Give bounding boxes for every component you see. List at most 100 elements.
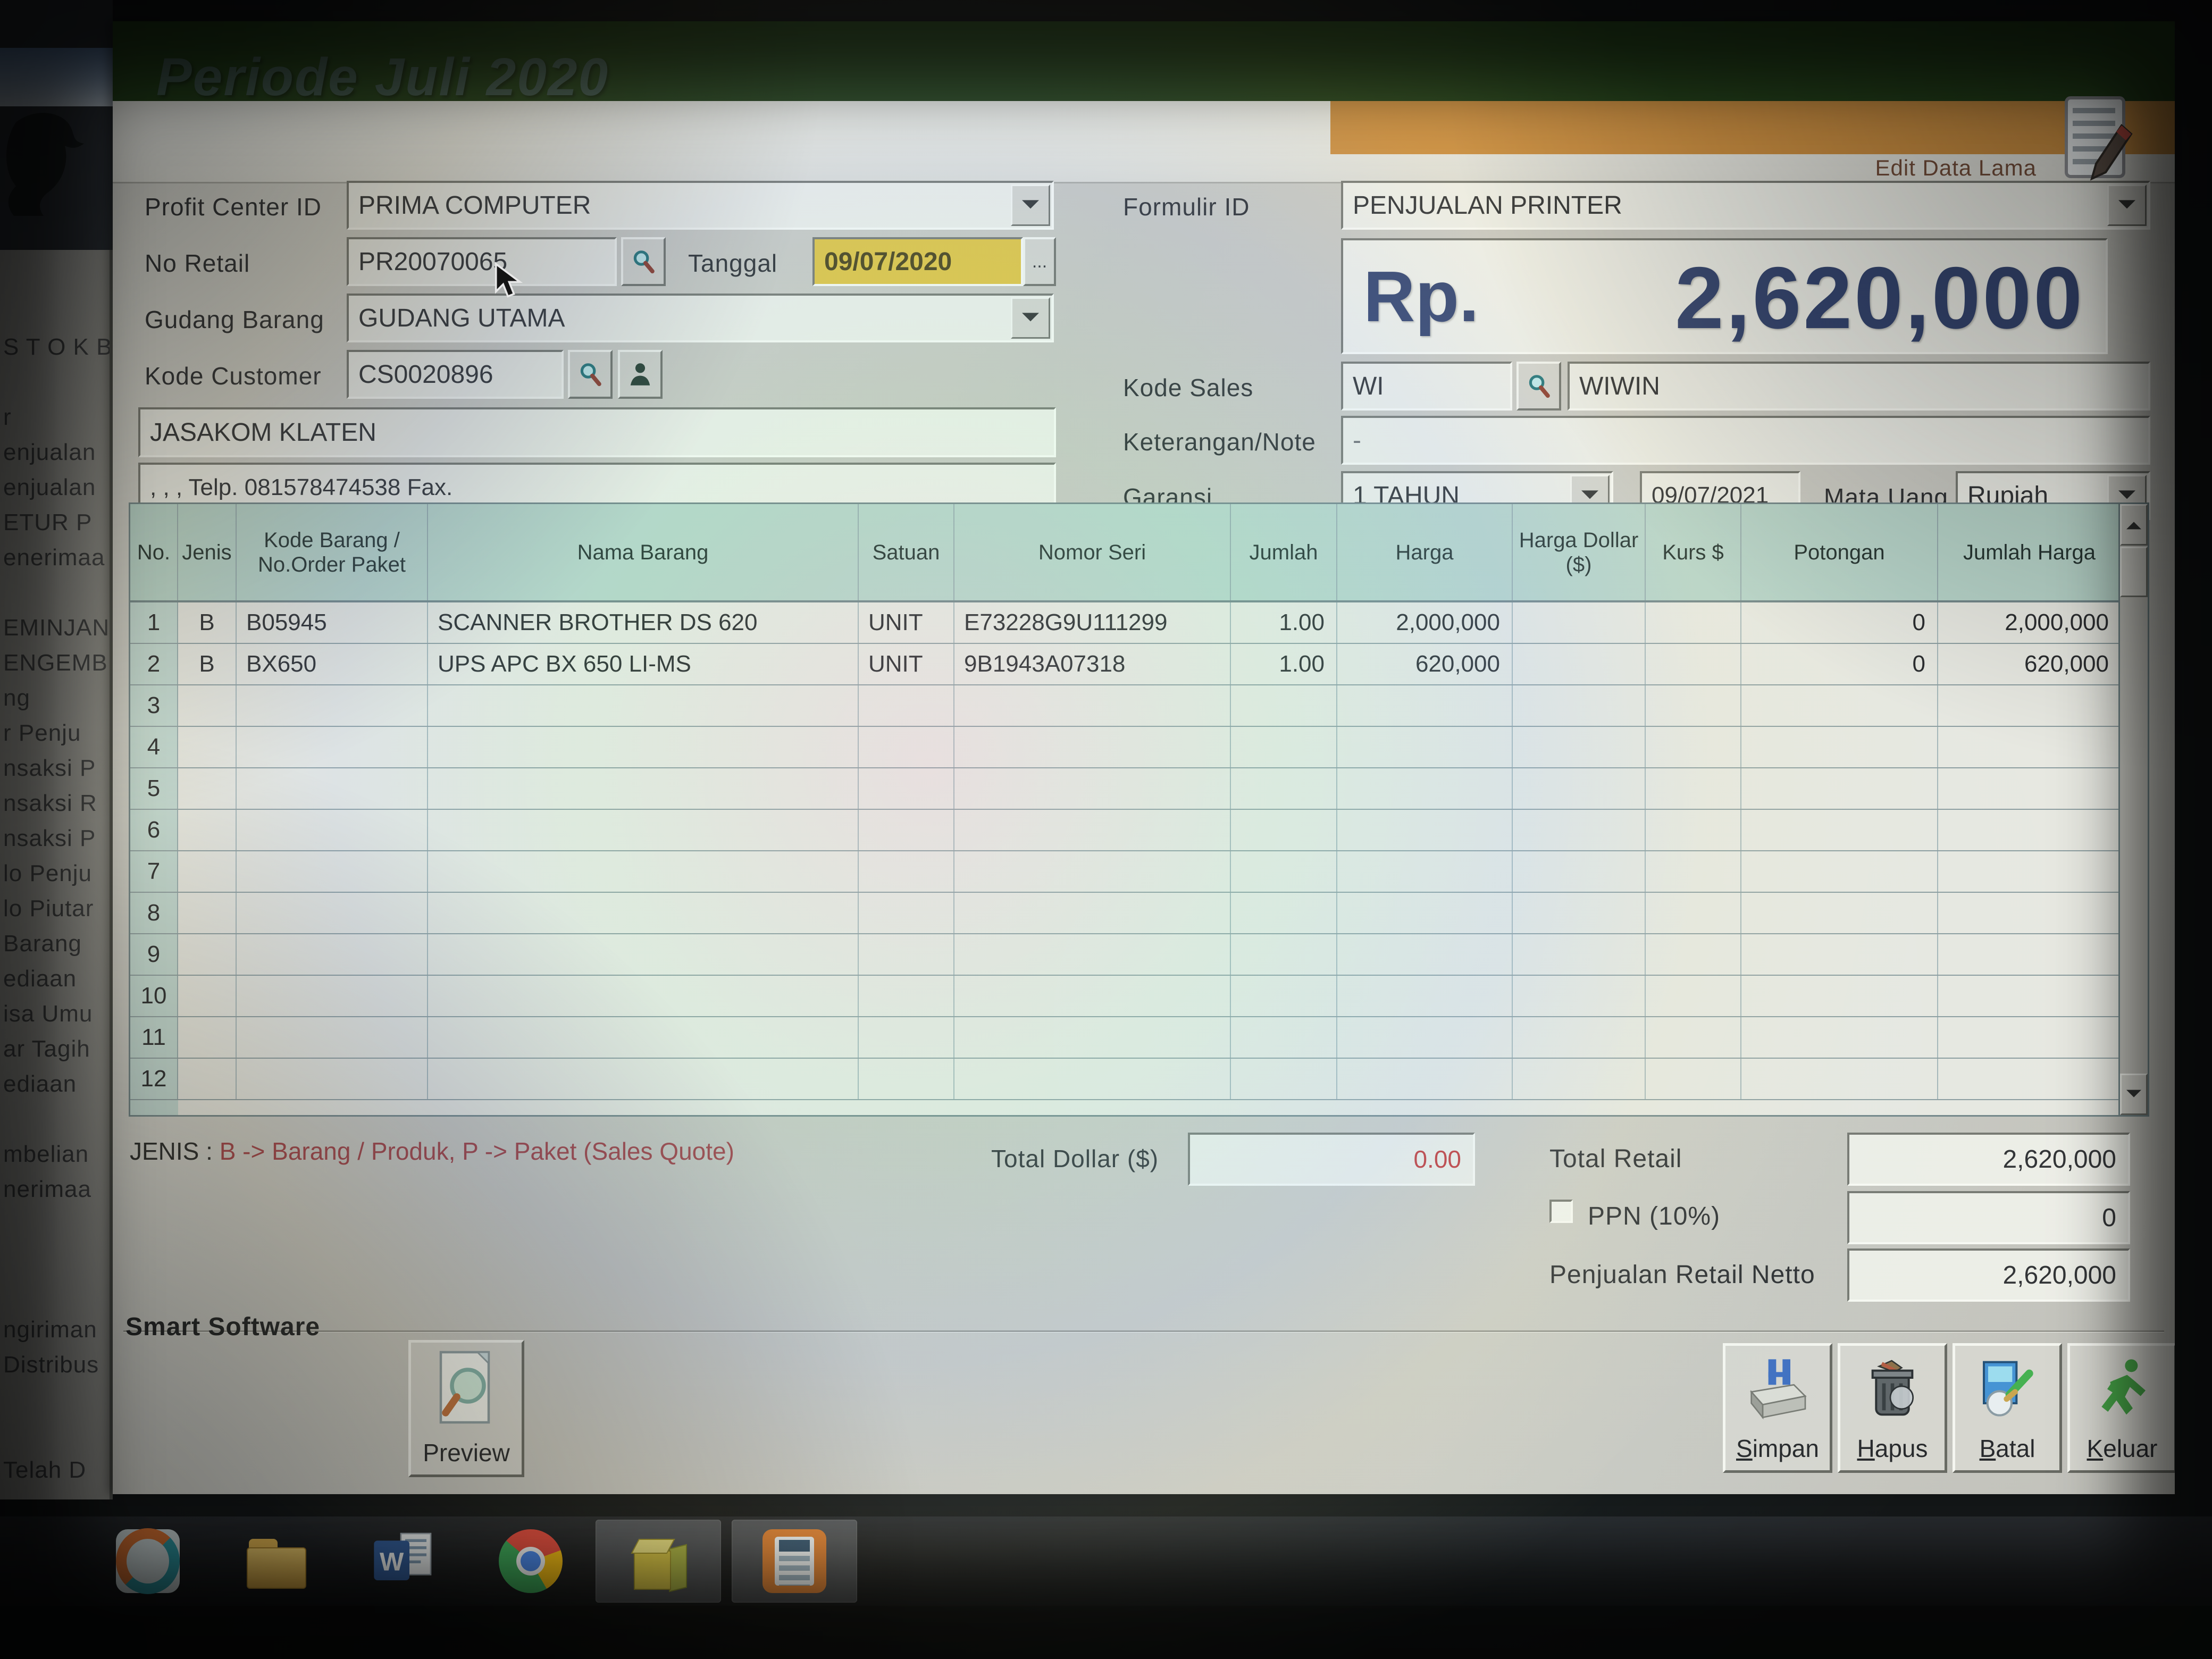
table-cell[interactable] <box>1938 768 2122 809</box>
table-cell[interactable] <box>1513 602 1646 643</box>
table-cell[interactable] <box>1646 644 1741 684</box>
customer-info-button[interactable] <box>618 350 663 399</box>
table-cell[interactable] <box>1513 644 1646 684</box>
preview-button[interactable]: Preview <box>408 1340 524 1477</box>
background-menu-item[interactable]: ng <box>0 681 110 716</box>
table-cell[interactable] <box>237 934 428 975</box>
table-cell[interactable] <box>237 976 428 1016</box>
background-menu-item[interactable]: nsaksi P <box>0 751 110 786</box>
table-cell[interactable] <box>1646 934 1741 975</box>
table-cell[interactable] <box>954 727 1231 767</box>
table-cell[interactable] <box>954 851 1231 892</box>
table-cell[interactable] <box>1646 976 1741 1016</box>
table-cell[interactable] <box>1938 1017 2122 1058</box>
taskbar-item[interactable] <box>468 1520 593 1603</box>
background-menu-item[interactable]: S T O K B <box>0 330 110 365</box>
keterangan-input[interactable]: - <box>1341 416 2150 465</box>
table-cell[interactable] <box>1646 1017 1741 1058</box>
table-cell[interactable] <box>237 851 428 892</box>
table-cell[interactable] <box>428 934 859 975</box>
background-menu-item[interactable] <box>0 1207 110 1242</box>
table-cell[interactable] <box>859 934 954 975</box>
table-cell[interactable] <box>1646 893 1741 933</box>
background-menu-item[interactable]: Distribus <box>0 1347 110 1382</box>
taskbar-item[interactable]: W <box>340 1520 466 1603</box>
scroll-up-icon[interactable] <box>2120 504 2148 546</box>
table-cell[interactable]: UNIT <box>859 644 954 684</box>
table-cell[interactable] <box>1231 976 1337 1016</box>
table-cell[interactable] <box>237 810 428 850</box>
table-cell[interactable] <box>237 893 428 933</box>
background-menu-item[interactable] <box>0 575 110 610</box>
table-cell[interactable] <box>237 1017 428 1058</box>
background-menu-item[interactable]: ar Tagih <box>0 1032 110 1067</box>
table-cell[interactable] <box>237 1059 428 1099</box>
background-menu-item[interactable]: nsaksi P <box>0 821 110 856</box>
table-cell[interactable] <box>1513 851 1646 892</box>
table-scrollbar[interactable] <box>2118 504 2148 1115</box>
table-cell[interactable] <box>1337 893 1513 933</box>
table-cell[interactable] <box>1337 934 1513 975</box>
table-cell[interactable] <box>1938 727 2122 767</box>
hapus-button[interactable]: Hapus <box>1838 1343 1947 1473</box>
table-cell[interactable] <box>859 976 954 1016</box>
keluar-button[interactable]: Keluar <box>2067 1343 2175 1473</box>
table-cell[interactable] <box>1513 810 1646 850</box>
scrollbar-thumb[interactable] <box>2120 547 2148 597</box>
table-cell[interactable]: SCANNER BROTHER DS 620 <box>428 602 859 643</box>
table-cell[interactable]: B <box>178 644 237 684</box>
table-cell[interactable] <box>237 727 428 767</box>
table-cell[interactable] <box>1337 768 1513 809</box>
table-cell[interactable] <box>859 1017 954 1058</box>
background-menu-item[interactable]: mbelian <box>0 1137 110 1172</box>
customer-search-button[interactable] <box>568 350 613 399</box>
table-cell[interactable] <box>1741 768 1938 809</box>
table-cell[interactable] <box>1337 1059 1513 1099</box>
table-cell[interactable] <box>178 810 237 850</box>
table-cell[interactable] <box>1646 768 1741 809</box>
background-menu-item[interactable]: enerimaa <box>0 540 110 575</box>
table-cell[interactable] <box>954 768 1231 809</box>
table-cell[interactable] <box>1513 727 1646 767</box>
table-cell[interactable]: E73228G9U111299 <box>954 602 1231 643</box>
customer-name-field[interactable]: JASAKOM KLATEN <box>138 407 1056 457</box>
table-cell[interactable] <box>1513 976 1646 1016</box>
table-cell[interactable] <box>1231 851 1337 892</box>
table-cell[interactable] <box>428 685 859 726</box>
background-menu-item[interactable] <box>0 1382 110 1418</box>
table-cell[interactable] <box>1231 893 1337 933</box>
table-cell[interactable] <box>1646 602 1741 643</box>
table-cell[interactable] <box>1231 1017 1337 1058</box>
table-cell[interactable]: 1.00 <box>1231 602 1337 643</box>
kode-sales-input[interactable]: WI <box>1341 362 1512 410</box>
table-cell[interactable] <box>954 934 1231 975</box>
background-menu-item[interactable]: lo Piutar <box>0 891 110 926</box>
table-cell[interactable] <box>428 727 859 767</box>
table-cell[interactable] <box>1741 976 1938 1016</box>
background-menu-item[interactable]: Telah D <box>0 1453 110 1488</box>
table-cell[interactable] <box>178 768 237 809</box>
table-cell[interactable] <box>1513 768 1646 809</box>
batal-button[interactable]: Batal <box>1953 1343 2062 1473</box>
table-cell[interactable] <box>428 976 859 1016</box>
table-cell[interactable] <box>1938 893 2122 933</box>
table-cell[interactable] <box>1231 768 1337 809</box>
table-cell[interactable] <box>1646 851 1741 892</box>
background-menu-item[interactable] <box>0 365 110 400</box>
background-menu-item[interactable]: ediaan <box>0 1067 110 1102</box>
table-cell[interactable] <box>954 1017 1231 1058</box>
table-cell[interactable] <box>1741 1017 1938 1058</box>
edit-data-lama-link[interactable]: Edit Data Lama <box>1875 155 2037 181</box>
table-cell[interactable] <box>1741 934 1938 975</box>
background-menu-item[interactable] <box>0 1102 110 1137</box>
table-cell[interactable] <box>1741 685 1938 726</box>
table-cell[interactable] <box>954 685 1231 726</box>
table-cell[interactable]: 620,000 <box>1337 644 1513 684</box>
table-cell[interactable] <box>178 851 237 892</box>
table-cell[interactable] <box>954 976 1231 1016</box>
background-menu-item[interactable]: ETUR P <box>0 505 110 540</box>
table-cell[interactable]: BX650 <box>237 644 428 684</box>
table-cell[interactable] <box>1513 934 1646 975</box>
background-menu-item[interactable] <box>0 1418 110 1453</box>
table-cell[interactable]: 2,000,000 <box>1337 602 1513 643</box>
